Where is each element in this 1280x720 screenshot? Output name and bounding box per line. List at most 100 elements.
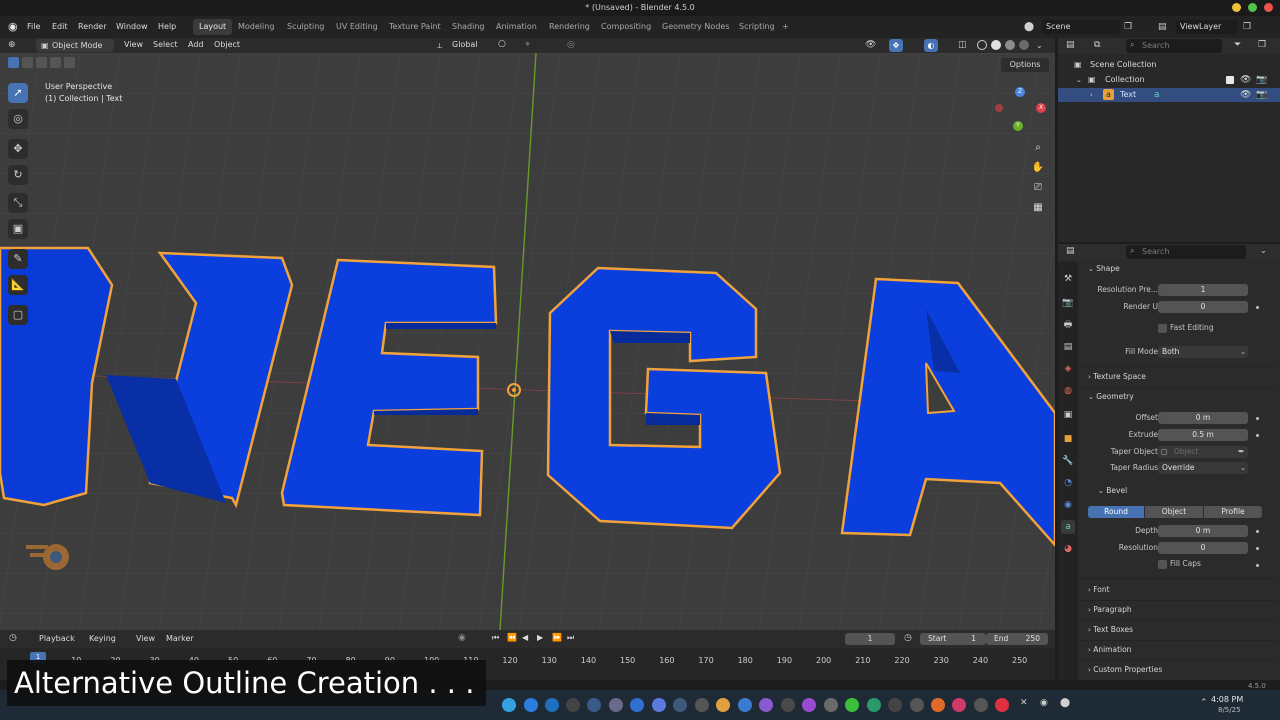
cursor-tool-icon[interactable]: ◎: [8, 109, 28, 129]
taskbar-app-icon[interactable]: [931, 698, 945, 712]
data-tab-icon[interactable]: a: [1061, 520, 1075, 534]
gizmo-neg-x-axis[interactable]: [995, 104, 1003, 112]
view-layer-tab-icon[interactable]: ▤: [1061, 340, 1075, 354]
tab-compositing[interactable]: Compositing: [595, 19, 657, 35]
geometry-panel-header[interactable]: ⌄ Geometry: [1088, 390, 1134, 404]
world-tab-icon[interactable]: ◍: [1061, 384, 1075, 398]
tab-modeling[interactable]: Modeling: [232, 19, 280, 35]
tab-texture-paint[interactable]: Texture Paint: [383, 19, 447, 35]
collection-render-icon[interactable]: 📷: [1256, 73, 1267, 87]
bevel-resolution-field[interactable]: 0: [1158, 542, 1248, 554]
outliner-row-text-object[interactable]: › a Text a 👁 📷: [1058, 88, 1280, 102]
taskbar-app-icon[interactable]: [759, 698, 773, 712]
collection-exclude-checkbox[interactable]: [1226, 76, 1234, 84]
tab-scripting[interactable]: Scripting: [733, 19, 781, 35]
outliner-search-input[interactable]: Search: [1126, 39, 1222, 53]
blender-logo-icon[interactable]: ◉: [8, 20, 22, 34]
play-reverse-icon[interactable]: ◀: [522, 633, 528, 642]
outliner-editor-icon[interactable]: ▤: [1066, 40, 1075, 50]
taper-object-field[interactable]: Object: [1158, 446, 1248, 458]
object-tab-icon[interactable]: ■: [1061, 432, 1075, 446]
navigation-gizmo[interactable]: Z X Y: [990, 85, 1046, 137]
fill-mode-dropdown[interactable]: Both: [1158, 346, 1248, 358]
tray-icon[interactable]: ⬤: [1060, 698, 1070, 708]
pan-hand-icon[interactable]: ✋: [1030, 160, 1046, 176]
object-visibility-icon[interactable]: 👁: [1240, 88, 1251, 102]
taskbar-app-icon[interactable]: [845, 698, 859, 712]
scene-tab-icon[interactable]: ◈: [1061, 362, 1075, 376]
fill-caps-keyframe-dot[interactable]: [1256, 564, 1259, 567]
text-boxes-panel-header[interactable]: › Text Boxes: [1088, 623, 1133, 637]
modifier-tab-icon[interactable]: 🔧: [1061, 454, 1075, 468]
editor-type-icon[interactable]: ⊕: [8, 39, 22, 52]
taskbar-app-icon[interactable]: [673, 698, 687, 712]
add-cube-tool-icon[interactable]: ▢: [8, 305, 28, 325]
proportional-edit-icon[interactable]: ◎: [567, 39, 575, 52]
end-frame-field[interactable]: End 250: [986, 633, 1048, 645]
taskbar-app-icon[interactable]: [587, 698, 601, 712]
viewport-menu-select[interactable]: Select: [153, 38, 178, 52]
viewlayer-selector[interactable]: ViewLayer: [1176, 20, 1238, 34]
tray-icon[interactable]: ✕: [1020, 698, 1028, 708]
bevel-depth-field[interactable]: 0 m: [1158, 525, 1248, 537]
fill-caps-checkbox[interactable]: [1158, 560, 1167, 569]
depth-keyframe-dot[interactable]: [1256, 530, 1259, 533]
new-collection-icon[interactable]: ❐: [1258, 40, 1266, 50]
output-tab-icon[interactable]: 🖶: [1061, 318, 1075, 332]
scale-tool-icon[interactable]: ⤡: [8, 193, 28, 213]
zoom-icon[interactable]: ⌕: [1030, 140, 1046, 156]
solid-shading-icon[interactable]: [991, 40, 1001, 50]
bevel-panel-header[interactable]: ⌄ Bevel: [1098, 484, 1127, 498]
play-icon[interactable]: ▶: [537, 633, 543, 642]
tab-rendering[interactable]: Rendering: [543, 19, 596, 35]
taskbar-app-icon[interactable]: [609, 698, 623, 712]
extrude-field[interactable]: 0.5 m: [1158, 429, 1248, 441]
menu-edit[interactable]: Edit: [52, 20, 68, 34]
taskbar-app-icon[interactable]: [524, 698, 538, 712]
taskbar-app-icon[interactable]: [738, 698, 752, 712]
viewport-menu-add[interactable]: Add: [188, 38, 204, 52]
options-button[interactable]: Options: [1001, 58, 1049, 72]
jump-keyframe-forward-icon[interactable]: ⏩: [552, 633, 562, 642]
select-intersect-icon[interactable]: [64, 57, 75, 68]
tab-layout[interactable]: Layout: [193, 19, 233, 35]
camera-view-icon[interactable]: ⎚: [1030, 180, 1046, 196]
bevel-mode-object[interactable]: Object: [1145, 506, 1203, 518]
eyedropper-icon[interactable]: ✒: [1238, 446, 1245, 458]
taskbar-app-icon[interactable]: [952, 698, 966, 712]
settings-gear-icon[interactable]: [566, 698, 580, 712]
outliner-row-collection[interactable]: ⌄ ▣ Collection 👁 📷: [1058, 73, 1280, 87]
measure-tool-icon[interactable]: 📐: [8, 275, 28, 295]
taskbar-app-icon[interactable]: [888, 698, 902, 712]
font-panel-header[interactable]: › Font: [1088, 583, 1110, 597]
paragraph-panel-header[interactable]: › Paragraph: [1088, 603, 1132, 617]
transform-tool-icon[interactable]: ▣: [8, 219, 28, 239]
jump-start-icon[interactable]: ⏮: [492, 633, 499, 643]
taskbar-time[interactable]: 4:08 PM: [1211, 695, 1243, 704]
viewport-menu-view[interactable]: View: [124, 38, 143, 52]
snap-icon[interactable]: ⌖: [525, 39, 530, 52]
tray-chevron-icon[interactable]: ⌃: [1200, 698, 1208, 708]
xray-icon[interactable]: ◫: [958, 39, 967, 52]
menu-window[interactable]: Window: [116, 20, 148, 34]
taskbar-app-icon[interactable]: [695, 698, 709, 712]
taskbar-app-icon[interactable]: [910, 698, 924, 712]
taskbar-app-icon[interactable]: [802, 698, 816, 712]
resolution-preview-field[interactable]: 1: [1158, 284, 1248, 296]
wireframe-shading-icon[interactable]: [977, 40, 987, 50]
maximize-button[interactable]: [1248, 3, 1257, 12]
annotate-tool-icon[interactable]: ✎: [8, 249, 28, 269]
tab-geometry-nodes[interactable]: Geometry Nodes: [656, 19, 735, 35]
taper-radius-dropdown[interactable]: Override: [1158, 462, 1248, 474]
particles-tab-icon[interactable]: ◔: [1061, 476, 1075, 490]
timeline-editor-icon[interactable]: ◷: [9, 633, 17, 643]
extrude-keyframe-dot[interactable]: [1256, 434, 1259, 437]
taskbar-app-icon[interactable]: [781, 698, 795, 712]
move-tool-icon[interactable]: ✥: [8, 139, 28, 159]
filter-icon[interactable]: ⏷: [1234, 40, 1241, 50]
taskbar-app-icon[interactable]: [824, 698, 838, 712]
rendered-shading-icon[interactable]: [1019, 40, 1029, 50]
collection-visibility-icon[interactable]: 👁: [1240, 73, 1251, 87]
tab-animation[interactable]: Animation: [490, 19, 543, 35]
menu-help[interactable]: Help: [158, 20, 176, 34]
